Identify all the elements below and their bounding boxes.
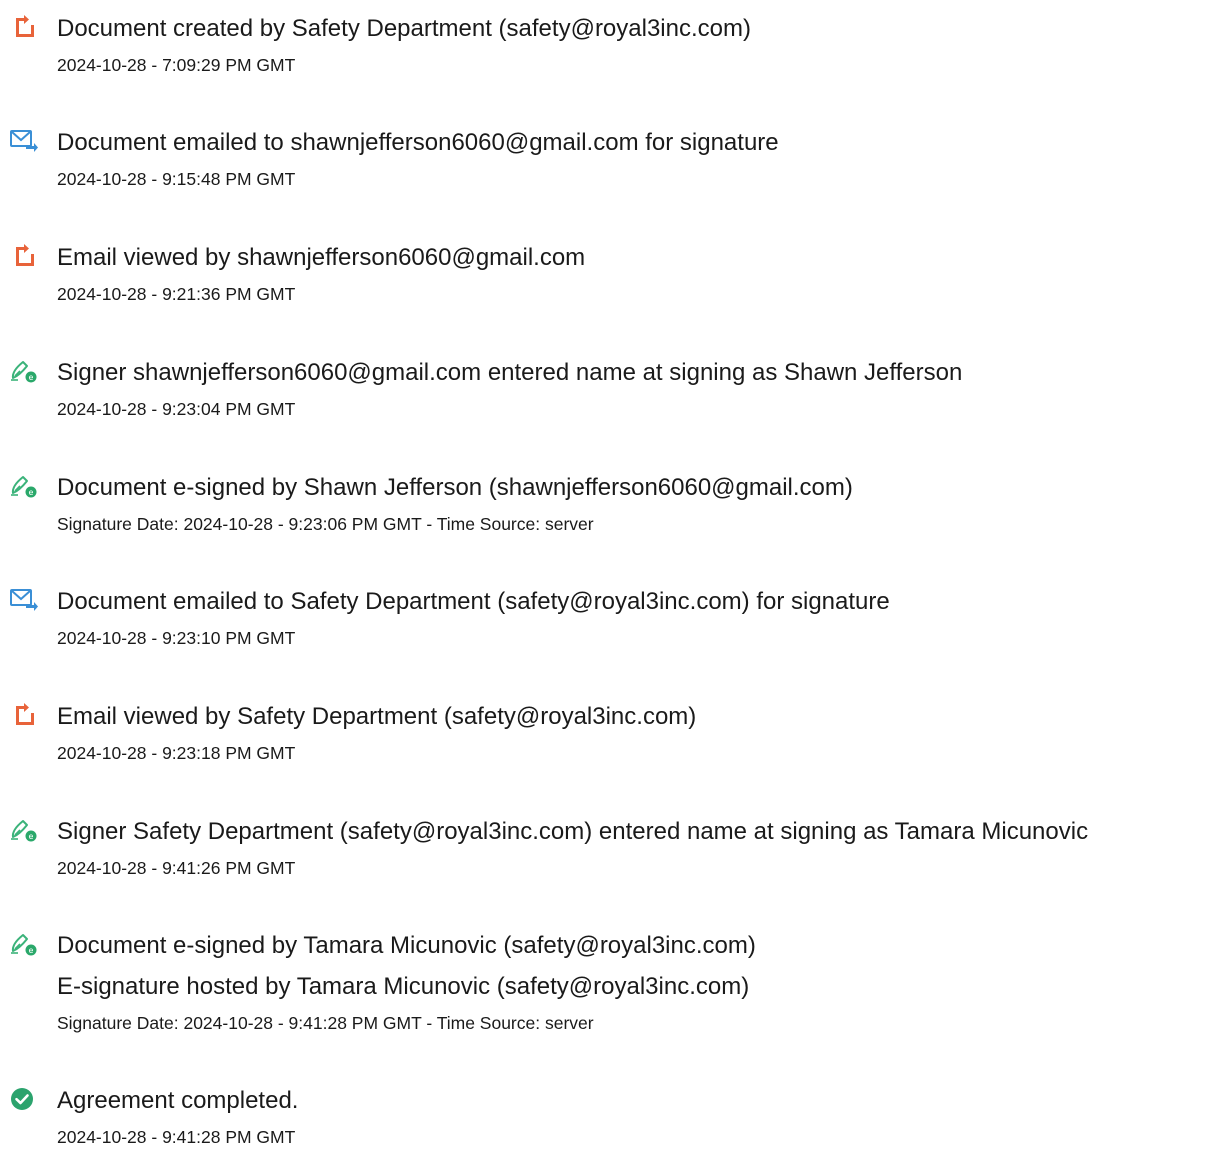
- history-event-body: Agreement completed. 2024-10-28 - 9:41:2…: [57, 1086, 1207, 1147]
- svg-text:e: e: [29, 373, 34, 382]
- history-event-text: Document e-signed by Shawn Jefferson (sh…: [57, 474, 853, 501]
- history-event-body: Email viewed by Safety Department (safet…: [57, 702, 1207, 763]
- history-event-timestamp: 2024-10-28 - 9:23:04 PM GMT: [57, 399, 296, 419]
- history-event-body: Email viewed by shawnjefferson6060@gmail…: [57, 243, 1207, 304]
- history-event-body: Document e-signed by Shawn Jefferson (sh…: [57, 473, 1207, 534]
- history-event-text: Document emailed to shawnjefferson6060@g…: [57, 129, 779, 156]
- history-event-body: Signer shawnjefferson6060@gmail.com ente…: [57, 358, 1207, 419]
- svg-text:e: e: [29, 832, 34, 841]
- history-event-text: Email viewed by shawnjefferson6060@gmail…: [57, 244, 586, 271]
- history-event-text: Email viewed by Safety Department (safet…: [57, 703, 697, 730]
- history-event-body: Document e-signed by Tamara Micunovic (s…: [57, 931, 1207, 1033]
- history-event-body: Signer Safety Department (safety@royal3i…: [57, 817, 1207, 878]
- signature-icon: e: [10, 358, 37, 383]
- history-event-timestamp: 2024-10-28 - 9:15:48 PM GMT: [57, 169, 296, 189]
- history-event-timestamp: 2024-10-28 - 9:41:26 PM GMT: [57, 858, 296, 878]
- document-icon: [10, 702, 36, 726]
- document-icon: [10, 14, 36, 38]
- history-event-text: Agreement completed.: [57, 1087, 299, 1114]
- history-event-timestamp: 2024-10-28 - 9:23:10 PM GMT: [57, 628, 296, 648]
- email-icon: [10, 128, 38, 152]
- history-event-timestamp: Signature Date: 2024-10-28 - 9:41:28 PM …: [57, 1013, 594, 1033]
- history-event-text: Signer Safety Department (safety@royal3i…: [57, 818, 1089, 845]
- history-event-text: E-signature hosted by Tamara Micunovic (…: [57, 973, 750, 1000]
- history-event-timestamp: 2024-10-28 - 7:09:29 PM GMT: [57, 55, 296, 75]
- history-event-timestamp: Signature Date: 2024-10-28 - 9:23:06 PM …: [57, 514, 594, 534]
- history-event-timestamp: 2024-10-28 - 9:41:28 PM GMT: [57, 1127, 296, 1147]
- signature-icon: e: [10, 817, 37, 842]
- history-event-text: Document e-signed by Tamara Micunovic (s…: [57, 932, 756, 959]
- svg-text:e: e: [29, 488, 34, 497]
- history-event-body: Document emailed to Safety Department (s…: [57, 587, 1207, 648]
- signature-icon: e: [10, 931, 37, 956]
- email-icon: [10, 587, 38, 611]
- history-event-text: Document emailed to Safety Department (s…: [57, 588, 890, 615]
- history-event-body: Document created by Safety Department (s…: [57, 14, 1207, 75]
- signature-icon: e: [10, 473, 37, 498]
- history-event-timestamp: 2024-10-28 - 9:21:36 PM GMT: [57, 284, 296, 304]
- history-event-body: Document emailed to shawnjefferson6060@g…: [57, 128, 1207, 189]
- svg-text:e: e: [29, 946, 34, 955]
- history-event-text: Signer shawnjefferson6060@gmail.com ente…: [57, 359, 963, 386]
- history-event-timestamp: 2024-10-28 - 9:23:18 PM GMT: [57, 743, 296, 763]
- document-icon: [10, 243, 36, 267]
- history-event-text: Document created by Safety Department (s…: [57, 15, 751, 42]
- check-circle-icon: [10, 1086, 36, 1110]
